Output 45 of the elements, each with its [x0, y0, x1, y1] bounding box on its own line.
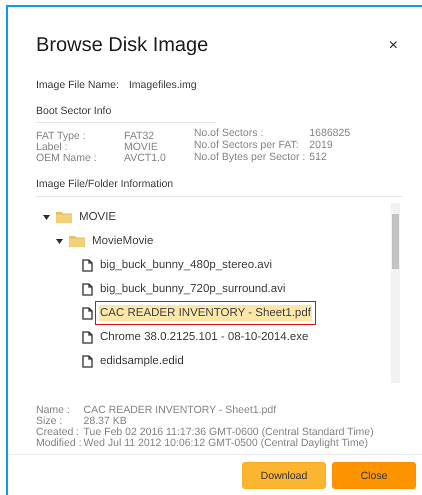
- field-label: No.of Sectors :: [194, 128, 264, 140]
- field-value: FAT32: [124, 131, 156, 142]
- folder-name[interactable]: MovieMovie: [91, 233, 154, 249]
- dialog-title: Browse Disk Image: [36, 34, 208, 57]
- folder-icon: [69, 235, 85, 247]
- field-label: No.of Bytes per Sector :: [194, 152, 306, 164]
- field-value: 2019: [309, 140, 334, 152]
- detail-value: CAC READER INVENTORY - Sheet1.pdf: [84, 405, 278, 416]
- detail-value: 28.37 KB: [84, 416, 128, 427]
- detail-label: Created :: [36, 427, 80, 438]
- detail-label: Name :: [36, 405, 71, 416]
- field-value: 512: [309, 152, 328, 164]
- caret-icon[interactable]: [55, 238, 63, 244]
- field-label: Image File Name:: [36, 79, 119, 91]
- section-heading: Image File/Folder Information: [36, 178, 402, 197]
- field-value: 1686825: [309, 128, 350, 140]
- field-label: OEM Name :: [36, 153, 98, 164]
- scrollbar[interactable]: [391, 203, 400, 383]
- caret-icon[interactable]: [42, 214, 50, 220]
- field-value: Imagefiles.img: [128, 79, 197, 91]
- field-label: No.of Sectors per FAT:: [194, 140, 300, 152]
- field-label: Label :: [36, 142, 68, 153]
- file-icon: [82, 354, 93, 368]
- download-button[interactable]: Download: [242, 462, 326, 489]
- section-heading: Boot Sector Info: [36, 105, 216, 123]
- file-name[interactable]: CAC READER INVENTORY - Sheet1.pdf: [99, 305, 312, 321]
- file-name[interactable]: big_buck_bunny_480p_stereo.avi: [99, 257, 273, 273]
- file-name[interactable]: edidsample.edid: [99, 353, 185, 369]
- file-icon: [82, 306, 93, 320]
- close-button[interactable]: Close: [332, 462, 416, 489]
- field-value: MOVIE: [124, 142, 159, 153]
- file-icon: [82, 282, 93, 296]
- detail-value: Tue Feb 02 2016 11:17:36 GMT-0600 (Central Standard Time): [84, 427, 375, 438]
- file-name[interactable]: Chrome 38.0.2125.101 - 08-10-2014.exe: [99, 329, 310, 345]
- detail-label: Modified :: [36, 438, 82, 449]
- detail-value: Wed Jul 11 2012 10:06:12 GMT-0500 (Central Daylight Time): [84, 438, 368, 449]
- field-label: FAT Type :: [36, 131, 87, 142]
- field-value: AVCT1.0: [124, 153, 166, 164]
- folder-name[interactable]: MOVIE: [78, 209, 118, 225]
- file-name[interactable]: big_buck_bunny_720p_surround.avi: [99, 281, 286, 297]
- file-icon: [82, 258, 93, 272]
- detail-label: Size :: [36, 416, 64, 427]
- folder-icon: [56, 211, 72, 223]
- file-icon: [82, 330, 93, 344]
- close-button[interactable]: ×: [384, 36, 402, 54]
